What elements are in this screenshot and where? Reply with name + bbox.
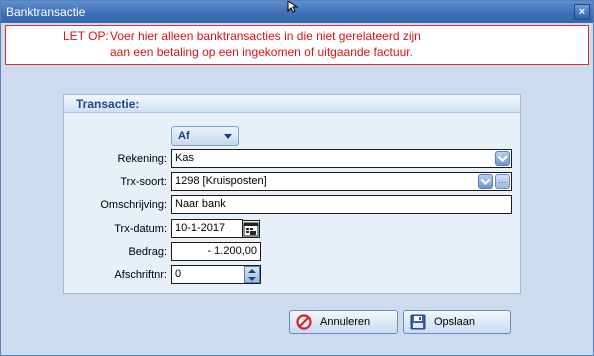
mouse-cursor-icon [287, 1, 299, 13]
warning-text-line-1: Voer hier alleen banktransacties in die … [110, 29, 421, 43]
rekening-value: Kas [175, 152, 194, 164]
window-title: Banktransactie [6, 5, 86, 19]
afschriftnr-spinner[interactable] [244, 266, 260, 283]
afschriftnr-label: Afschriftnr: [114, 269, 167, 281]
cancel-button-label: Annuleren [320, 316, 371, 328]
afschriftnr-value: 0 [175, 268, 182, 280]
chevron-down-icon [480, 175, 491, 186]
bedrag-value: - 1.200,00 [207, 245, 257, 257]
trx-soort-dropdown-button[interactable] [478, 174, 493, 189]
trx-soort-lookup-button[interactable]: … [495, 174, 510, 189]
trx-soort-value: 1298 [Kruisposten] [175, 175, 267, 187]
group-header: Transactie: [64, 95, 520, 113]
close-button[interactable]: × [574, 4, 590, 20]
warning-box: LET OP: Voer hier alleen banktransacties… [5, 25, 589, 65]
spin-up-icon[interactable] [248, 269, 256, 273]
floppy-disk-icon [410, 314, 426, 330]
trx-datum-value: 10-1-2017 [175, 222, 226, 234]
chevron-down-icon [497, 152, 508, 163]
trx-soort-select[interactable]: 1298 [Kruisposten] [171, 172, 512, 191]
calendar-button[interactable] [242, 220, 260, 238]
bedrag-input[interactable]: - 1.200,00 [171, 242, 261, 261]
bedrag-label: Bedrag: [128, 246, 167, 258]
transaction-group: Transactie: [63, 94, 521, 294]
save-button[interactable]: Opslaan [403, 310, 511, 334]
chevron-down-icon [224, 134, 232, 139]
spin-down-icon[interactable] [248, 277, 256, 281]
calendar-icon [243, 222, 259, 237]
trx-datum-input[interactable]: 10-1-2017 [171, 219, 243, 238]
direction-dropdown[interactable]: Af [171, 126, 239, 146]
warning-text-line-2: aan een betaling op een ingekomen of uit… [110, 45, 413, 59]
cancel-button[interactable]: Annuleren [289, 310, 398, 334]
omschrijving-value: Naar bank [175, 198, 226, 210]
rekening-select[interactable]: Kas [171, 149, 512, 168]
warning-label: LET OP: [63, 29, 109, 43]
bank-transaction-dialog: Banktransactie × LET OP: Voer hier allee… [0, 0, 594, 356]
omschrijving-label: Omschrijving: [100, 199, 167, 211]
omschrijving-input[interactable]: Naar bank [171, 195, 512, 214]
save-button-label: Opslaan [434, 316, 475, 328]
trx-datum-label: Trx-datum: [114, 223, 167, 235]
rekening-label: Rekening: [117, 153, 167, 165]
rekening-dropdown-button[interactable] [495, 151, 510, 166]
direction-value: Af [178, 130, 190, 142]
trx-soort-label: Trx-soort: [120, 176, 167, 188]
group-title: Transactie: [76, 97, 140, 111]
cancel-icon [296, 314, 312, 330]
